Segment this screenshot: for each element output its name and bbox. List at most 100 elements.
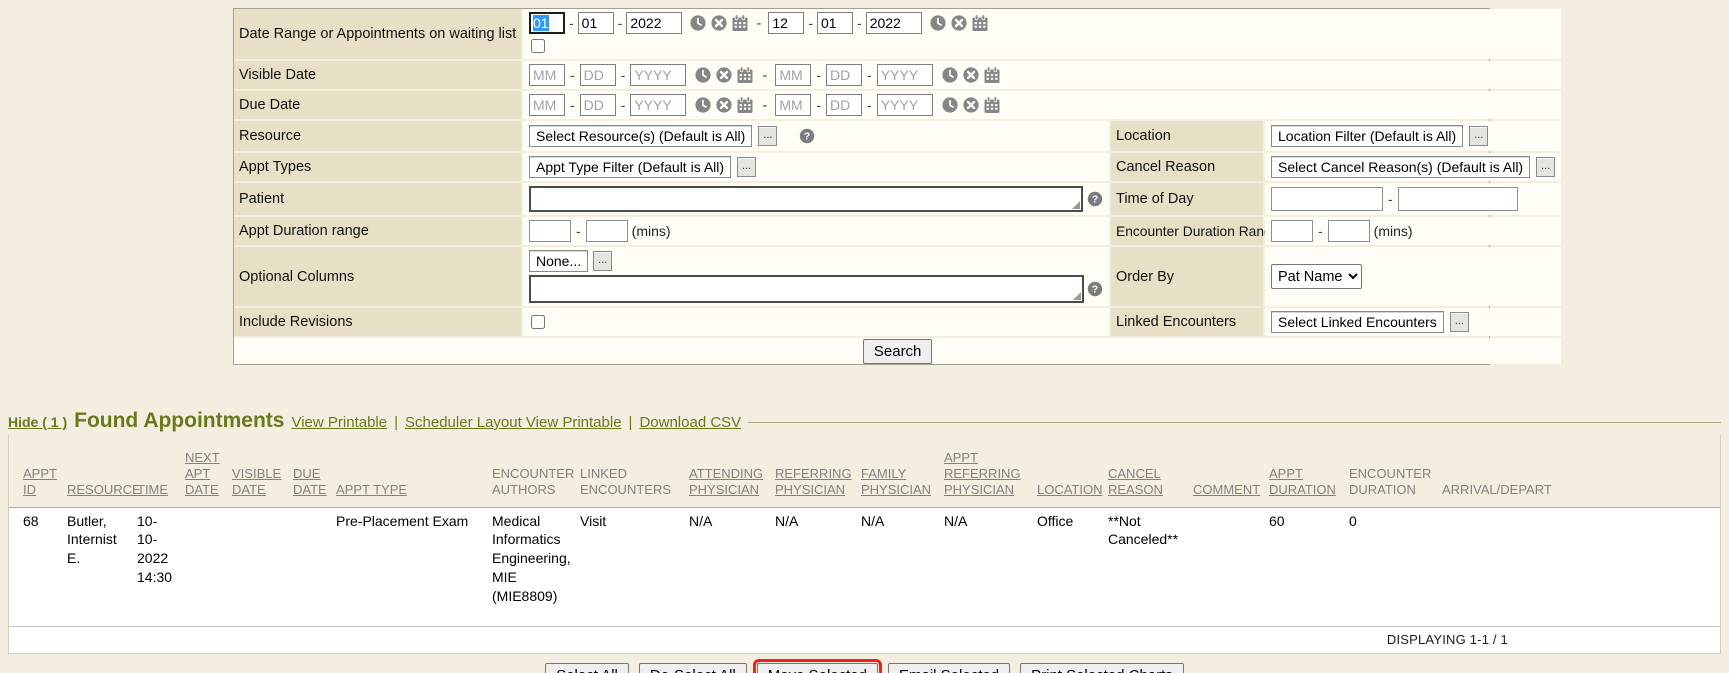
column-header-cancel-reason[interactable]: CANCEL REASON — [1106, 435, 1191, 507]
date-end-year-input[interactable] — [866, 12, 922, 34]
column-header-appt-id[interactable]: APPT ID — [9, 435, 65, 507]
appt-duration-max-input[interactable] — [586, 220, 628, 242]
clock-icon[interactable] — [941, 96, 959, 114]
calendar-icon[interactable] — [983, 96, 1001, 114]
resource-filter-button[interactable]: Select Resource(s) (Default is All) — [529, 125, 752, 147]
location-more-button[interactable]: ... — [1469, 126, 1488, 146]
help-icon[interactable]: ? — [1087, 191, 1103, 207]
optional-columns-value[interactable]: None... — [529, 250, 588, 272]
column-header-location[interactable]: LOCATION — [1035, 435, 1106, 507]
due-end-month-input[interactable] — [775, 94, 811, 116]
column-header-appt-referring-physician[interactable]: APPT REFERRING PHYSICIAN — [942, 435, 1035, 507]
location-filter-button[interactable]: Location Filter (Default is All) — [1271, 125, 1463, 147]
location-label: Location — [1111, 121, 1263, 151]
linked-encounters-filter-button[interactable]: Select Linked Encounters — [1271, 311, 1444, 333]
cell-due-date — [291, 507, 334, 626]
visible-end-year-input[interactable] — [877, 64, 933, 86]
search-button[interactable]: Search — [863, 339, 933, 364]
due-end-year-input[interactable] — [877, 94, 933, 116]
resize-grip[interactable] — [1072, 201, 1080, 209]
column-header-comment[interactable]: COMMENT — [1191, 435, 1267, 507]
email-selected-button[interactable]: Email Selected — [888, 663, 1010, 673]
patient-input[interactable] — [529, 186, 1083, 212]
clock-icon[interactable] — [941, 66, 959, 84]
deselect-all-button[interactable]: De-Select All — [639, 663, 747, 673]
resize-grip[interactable] — [1073, 292, 1081, 300]
clear-date-icon[interactable] — [715, 96, 733, 114]
print-selected-charts-button[interactable]: Print Selected Charts — [1020, 663, 1184, 673]
column-header-appt-duration[interactable]: APPT DURATION — [1267, 435, 1347, 507]
clear-date-icon[interactable] — [715, 66, 733, 84]
hide-results-link[interactable]: Hide ( 1 ) — [8, 414, 67, 430]
visible-end-day-input[interactable] — [826, 64, 862, 86]
select-all-button[interactable]: Select All — [545, 663, 629, 673]
visible-start-month-input[interactable] — [529, 64, 565, 86]
clock-icon[interactable] — [929, 14, 947, 32]
encounter-duration-max-input[interactable] — [1328, 220, 1370, 242]
due-start-day-input[interactable] — [580, 94, 616, 116]
column-header-visible-date[interactable]: VISIBLE DATE — [230, 435, 291, 507]
time-of-day-end-input[interactable] — [1398, 187, 1518, 211]
dash: - — [618, 15, 623, 31]
due-start-month-input[interactable] — [529, 94, 565, 116]
date-end-day-input[interactable] — [817, 12, 853, 34]
column-header-resource[interactable]: RESOURCE — [65, 435, 135, 507]
appt-type-more-button[interactable]: ... — [737, 157, 756, 177]
clock-icon[interactable] — [689, 14, 707, 32]
calendar-icon[interactable] — [731, 14, 749, 32]
results-table-container: APPT IDRESOURCETIMENEXT APT DATEVISIBLE … — [8, 435, 1721, 654]
view-printable-link[interactable]: View Printable — [291, 414, 387, 431]
calendar-icon[interactable] — [736, 96, 754, 114]
move-selected-button[interactable]: Move Selected — [757, 663, 878, 673]
dash: - — [569, 15, 574, 31]
appt-duration-min-input[interactable] — [529, 220, 571, 242]
due-end-day-input[interactable] — [826, 94, 862, 116]
help-icon[interactable]: ? — [799, 128, 815, 144]
optional-columns-more-button[interactable]: ... — [593, 251, 612, 271]
help-icon[interactable]: ? — [1087, 281, 1103, 297]
column-header-time[interactable]: TIME — [135, 435, 183, 507]
optional-columns-label: Optional Columns — [234, 247, 521, 306]
linked-encounters-more-button[interactable]: ... — [1450, 312, 1469, 332]
encounter-duration-min-input[interactable] — [1271, 220, 1313, 242]
clear-date-icon[interactable] — [962, 96, 980, 114]
include-revisions-checkbox[interactable] — [531, 315, 545, 329]
column-header-referring-physician[interactable]: REFERRING PHYSICIAN — [773, 435, 859, 507]
cell-cancel-reason: **Not Canceled** — [1106, 507, 1191, 626]
clear-date-icon[interactable] — [962, 66, 980, 84]
column-header-appt-type[interactable]: APPT TYPE — [334, 435, 490, 507]
waiting-list-checkbox[interactable] — [531, 39, 545, 53]
order-by-select[interactable]: Pat Name — [1271, 264, 1362, 289]
date-start-year-input[interactable] — [626, 12, 682, 34]
resource-more-button[interactable]: ... — [758, 126, 777, 146]
cancel-reason-filter-button[interactable]: Select Cancel Reason(s) (Default is All) — [1271, 156, 1530, 178]
column-header-attending-physician[interactable]: ATTENDING PHYSICIAN — [687, 435, 773, 507]
appt-types-field: Appt Type Filter (Default is All) ... — [523, 153, 1109, 181]
time-of-day-start-input[interactable] — [1271, 187, 1383, 211]
clock-icon[interactable] — [694, 96, 712, 114]
date-start-month-input[interactable]: 01 — [529, 12, 565, 34]
visible-start-day-input[interactable] — [580, 64, 616, 86]
column-header-family-physician[interactable]: FAMILY PHYSICIAN — [859, 435, 942, 507]
cell-encounter-duration: 0 — [1347, 507, 1440, 626]
due-start-year-input[interactable] — [630, 94, 686, 116]
cancel-reason-more-button[interactable]: ... — [1536, 157, 1555, 177]
date-start-day-input[interactable] — [578, 12, 614, 34]
clear-date-icon[interactable] — [950, 14, 968, 32]
column-header-due-date[interactable]: DUE DATE — [291, 435, 334, 507]
download-csv-link[interactable]: Download CSV — [639, 414, 741, 431]
scheduler-layout-view-printable-link[interactable]: Scheduler Layout View Printable — [405, 414, 622, 431]
resource-label: Resource — [234, 121, 521, 151]
appt-type-filter-button[interactable]: Appt Type Filter (Default is All) — [529, 156, 731, 178]
calendar-icon[interactable] — [971, 14, 989, 32]
optional-columns-input[interactable] — [529, 275, 1084, 303]
clear-date-icon[interactable] — [710, 14, 728, 32]
date-end-month-input[interactable] — [768, 12, 804, 34]
calendar-icon[interactable] — [736, 66, 754, 84]
calendar-icon[interactable] — [983, 66, 1001, 84]
clock-icon[interactable] — [694, 66, 712, 84]
visible-start-year-input[interactable] — [630, 64, 686, 86]
visible-end-month-input[interactable] — [775, 64, 811, 86]
column-header-next-apt-date[interactable]: NEXT APT DATE — [183, 435, 230, 507]
cell-attending-physician: N/A — [687, 507, 773, 626]
